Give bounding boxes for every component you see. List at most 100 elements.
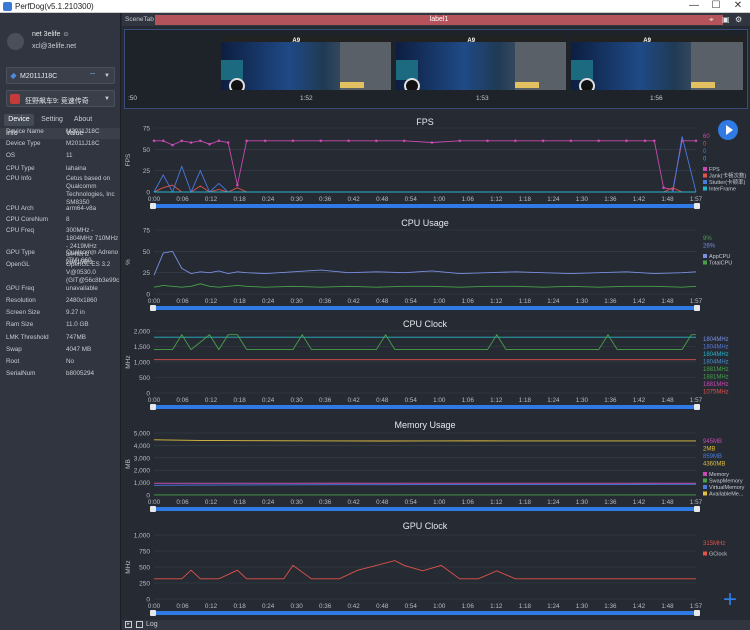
info-value: M2011J18C [66,128,100,135]
play-button[interactable] [718,120,738,140]
legend-value: 2MB [703,447,715,453]
range-slider-left-handle [150,506,156,512]
screenshot-thumb[interactable]: A9 [396,36,566,90]
x-tick-label: 1:24 [547,499,560,506]
info-key: CPU Arch [6,205,34,212]
legend-swatch [703,167,707,171]
fps-point [458,139,462,143]
x-tick-label: 0:48 [376,196,389,203]
x-tick-label: 0:12 [205,397,218,404]
fps-point [597,139,601,143]
screenshot-thumb[interactable]: A9 [571,36,743,90]
fps-point [319,139,323,143]
scene-tab-label: SceneTab [125,16,154,23]
fps-point [245,139,248,143]
tab-setting[interactable]: Setting [37,114,67,126]
info-key: SerialNum [6,370,36,377]
info-value: OpenGL ES 3.2 V@0530.0 (GIT@56c8b3e99c [66,261,120,284]
legend-value: 1881MHz [703,367,729,373]
legend-value: 859MB [703,454,722,460]
x-tick-label: 1:57 [690,603,703,610]
chart-title: Memory Usage [394,420,455,430]
x-tick-label: 0:42 [348,397,361,404]
fps-point [199,139,202,143]
chevron-down-icon: ▼ [104,96,110,102]
image-icon[interactable]: ▣ [722,15,730,24]
screenshot-thumb[interactable]: A9 [221,36,391,90]
scene-label-bar[interactable]: label1 [155,15,723,25]
x-tick-label: 1:12 [490,298,503,305]
sidebar: net 3elife ☺ xcl@3elife.net M2011J18C ⌔ … [0,13,121,630]
fps-point [189,141,193,144]
y-tick-label: 500 [139,565,150,572]
info-value: unavailable [66,285,98,292]
x-tick-label: 0:18 [233,397,246,404]
x-tick-label: 1:57 [690,499,703,506]
legend-value: 1804MHz [703,352,729,358]
series-line-totalcpu [153,283,697,288]
location-icon[interactable]: ⌖ [709,15,714,25]
maximize-button[interactable]: ☐ [705,0,727,13]
y-tick-label: 25 [143,168,151,175]
legend-value: 0 [703,142,707,148]
info-value: lahaina [66,165,87,172]
chart-panel-fps: FPS0255075FPS0:00 0:06 0:12 0:18 0:24 0:30 0:3… [125,117,746,209]
screenshot-strip[interactable]: A9 A9 A9 :50 1:52 1:53 1:56 [124,29,748,109]
minimize-button[interactable]: — [683,0,705,13]
y-tick-label: 75 [143,126,151,133]
info-key: CPU CoreNum [6,216,48,223]
info-value: b8005294 [66,370,95,377]
info-key: LMK Threshold [6,334,49,341]
x-tick-label: 1:06 [462,397,475,404]
fps-point [541,139,545,143]
device-select[interactable]: M2011J18C ⌔ ▼ [6,67,115,84]
y-axis-label: FPS [125,153,132,166]
tab-device[interactable]: Device [4,114,34,126]
y-tick-label: 750 [139,549,150,556]
x-tick-label: 0:12 [205,603,218,610]
legend-value: 0 [703,157,707,163]
info-key: Screen Size [6,309,40,316]
legend-value: 0 [703,149,707,155]
y-tick-label: 2,000 [134,329,151,336]
chevron-down-icon: ▼ [104,73,110,79]
chart-title: FPS [416,117,434,127]
chart-title: CPU Clock [403,319,448,329]
x-tick-label: 0:42 [348,298,361,305]
info-key: Swap [6,346,22,353]
thumb-time-tick: 1:53 [476,95,489,102]
x-tick-label: 0:36 [319,499,332,506]
x-tick-label: 0:48 [376,298,389,305]
legend-swatch [703,173,707,178]
expand-icon[interactable]: ▸ [125,621,132,628]
add-chart-button[interactable]: + [720,588,740,612]
info-key: Ram Size [6,321,34,328]
y-axis-label: % [125,259,132,265]
x-tick-label: 0:06 [176,397,189,404]
info-key: OS [6,152,16,159]
y-axis-label: MHz [125,560,132,573]
close-button[interactable]: ✕ [727,0,749,13]
log-checkbox[interactable] [136,621,143,628]
range-slider-track [152,507,698,511]
x-tick-label: 1:36 [604,499,617,506]
x-tick-label: 1:42 [633,397,646,404]
app-select[interactable]: 狂野飙车9: 竞速传奇 ▼ [6,90,115,107]
avatar[interactable] [7,33,24,50]
x-tick-label: 1:00 [433,397,446,404]
settings-icon[interactable]: ⚙ [735,15,742,24]
fps-point [263,139,267,143]
fps-point [625,139,628,143]
tab-about[interactable]: About [70,114,96,126]
legend-item: FPS [709,167,720,173]
x-tick-label: 0:06 [176,298,189,305]
y-tick-label: 1,500 [134,344,151,351]
y-tick-label: 500 [139,375,150,382]
legend-swatch [703,478,707,483]
x-tick-label: 0:18 [233,196,246,203]
x-tick-label: 0:18 [233,298,246,305]
y-tick-label: 4,000 [134,443,151,450]
legend-item: TotalCPU [709,261,732,267]
x-tick-label: 0:18 [233,603,246,610]
charts-area: FPS0255075FPS0:00 0:06 0:12 0:18 0:24 0:30 0:3… [125,117,746,616]
